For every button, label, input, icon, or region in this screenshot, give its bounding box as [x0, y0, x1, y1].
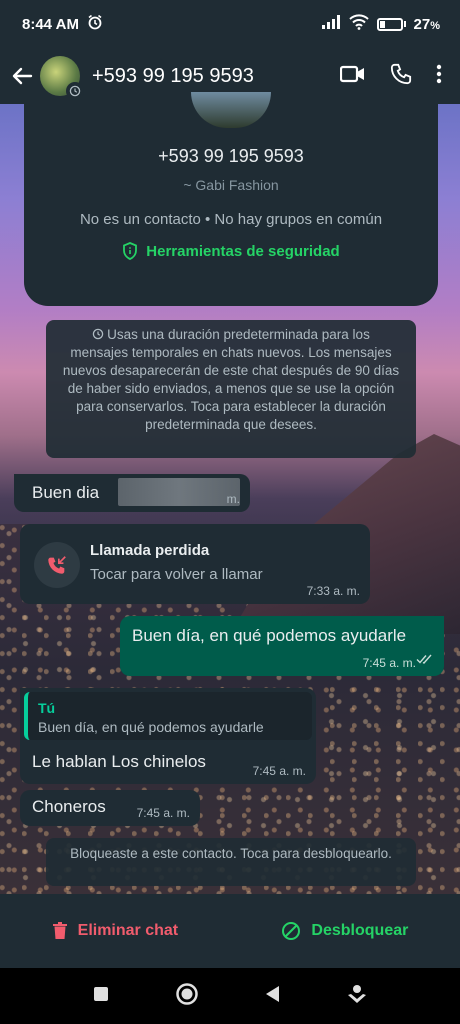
blocked-contact-notice[interactable]: Bloqueaste a este contacto. Toca para de… [46, 838, 416, 886]
contact-profile-photo[interactable] [191, 92, 271, 128]
system-navigation-bar [0, 968, 460, 1024]
message-incoming[interactable]: Buen dia m. [14, 474, 250, 512]
contact-avatar[interactable] [40, 56, 84, 100]
delete-chat-button[interactable]: Eliminar chat [52, 922, 178, 940]
timer-icon [92, 328, 104, 340]
message-time: 7:33 a. m. [306, 584, 360, 598]
battery-unit: % [430, 19, 440, 32]
missed-call-message[interactable]: Llamada perdida Tocar para volver a llam… [20, 524, 370, 604]
message-text: Buen día, en qué podemos ayudarle [132, 626, 407, 645]
message-time: m. [226, 492, 240, 506]
message-incoming-reply[interactable]: Tú Buen día, en qué podemos ayudarle Le … [20, 688, 316, 784]
unblock-label: Desbloquear [311, 922, 409, 939]
alarm-icon [87, 14, 103, 34]
message-time: 7:45 a. m. [362, 656, 416, 670]
voice-call-button[interactable] [390, 63, 412, 90]
signal-icon [321, 15, 341, 33]
battery-percent: 27 [413, 15, 431, 33]
contact-info-card: +593 99 195 9593 ~ Gabi Fashion No es un… [24, 92, 438, 306]
message-text: Buen dia [32, 483, 100, 502]
home-button[interactable] [175, 982, 199, 1011]
missed-call-icon [34, 542, 80, 588]
status-time: 8:44 AM [22, 15, 79, 33]
quote-author: Tú [38, 700, 56, 716]
redacted-region [118, 478, 240, 506]
quote-text: Buen día, en qué podemos ayudarle [38, 719, 264, 735]
triangle-back-icon [266, 985, 280, 1002]
contact-title[interactable]: +593 99 195 9593 [92, 65, 340, 88]
security-tools-button[interactable]: Herramientas de seguridad [122, 242, 340, 260]
blocked-notice-text: Bloqueaste a este contacto. Toca para de… [70, 846, 392, 861]
trash-icon [52, 922, 67, 939]
video-call-button[interactable] [339, 64, 366, 89]
battery-icon [376, 17, 406, 31]
disappearing-timer-icon [66, 82, 84, 100]
disappearing-notice-text: Usas una duración predeterminada para lo… [62, 327, 400, 432]
message-incoming[interactable]: Choneros 7:45 a. m. [20, 790, 200, 826]
circle-icon [176, 982, 198, 1005]
unblock-button[interactable]: Desbloquear [281, 921, 408, 941]
more-options-button[interactable] [436, 64, 442, 89]
video-camera-icon [339, 65, 364, 82]
message-text: Choneros [32, 797, 106, 816]
block-icon [282, 922, 301, 940]
call-title: Llamada perdida [90, 542, 210, 559]
arrow-left-icon [12, 67, 33, 85]
assistant-button[interactable] [346, 983, 368, 1010]
back-nav-button[interactable] [263, 984, 281, 1009]
quoted-message[interactable]: Tú Buen día, en qué podemos ayudarle [24, 692, 312, 740]
card-contact-number: +593 99 195 9593 [158, 146, 304, 166]
phone-icon [390, 63, 412, 84]
square-icon [94, 986, 109, 1001]
chevron-down-icon [347, 984, 366, 1003]
message-time: 7:45 a. m. [252, 764, 306, 778]
status-bar: 8:44 AM 27% [0, 0, 460, 48]
recents-button[interactable] [92, 985, 110, 1008]
message-outgoing[interactable]: Buen día, en qué podemos ayudarle 7:45 a… [120, 616, 444, 676]
shield-icon [123, 242, 138, 260]
message-text: Le hablan Los chinelos [32, 752, 206, 771]
wifi-icon [348, 14, 369, 34]
delete-chat-label: Eliminar chat [77, 922, 179, 939]
blocked-actions-bar: Eliminar chat Desbloquear [0, 894, 460, 968]
more-vertical-icon [436, 64, 442, 83]
message-time: 7:45 a. m. [136, 806, 190, 820]
call-subtitle: Tocar para volver a llamar [90, 566, 263, 583]
back-button[interactable] [8, 62, 36, 90]
card-contact-alias: ~ Gabi Fashion [183, 177, 279, 193]
double-check-icon [416, 650, 434, 670]
card-contact-info: No es un contacto • No hay grupos en com… [79, 211, 383, 228]
security-tools-label: Herramientas de seguridad [146, 242, 340, 260]
disappearing-messages-notice[interactable]: Usas una duración predeterminada para lo… [46, 320, 416, 458]
